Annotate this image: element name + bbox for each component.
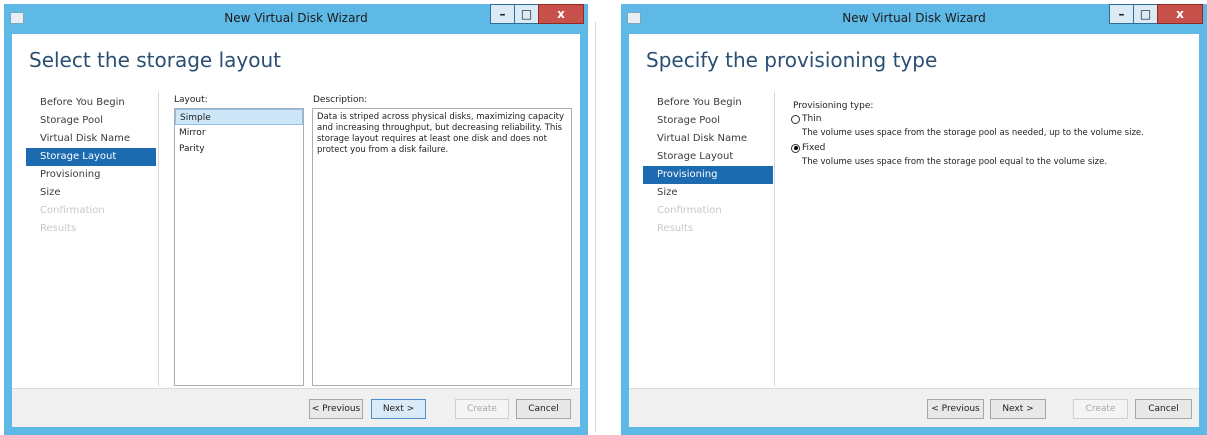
list-item-parity[interactable]: Parity: [175, 141, 303, 157]
caption-buttons: – □ x: [1109, 4, 1203, 26]
thin-description: The volume uses space from the storage p…: [802, 128, 1144, 138]
close-button[interactable]: x: [1157, 4, 1203, 24]
nav-item-storage-pool[interactable]: Storage Pool: [26, 112, 156, 130]
layout-listbox[interactable]: Simple Mirror Parity: [174, 108, 304, 386]
wizard-client-area: Specify the provisioning type Before You…: [629, 34, 1199, 427]
create-button: Create: [1073, 399, 1128, 419]
nav-item-before-you-begin[interactable]: Before You Begin: [643, 94, 773, 112]
nav-item-confirmation: Confirmation: [657, 205, 722, 216]
nav-item-size[interactable]: Size: [643, 184, 773, 202]
caption-buttons: – □ x: [490, 4, 584, 26]
wizard-client-area: Select the storage layout Before You Beg…: [12, 34, 580, 427]
page-title: Select the storage layout: [29, 48, 281, 72]
fixed-description: The volume uses space from the storage p…: [802, 157, 1108, 167]
nav-item-virtual-disk-name[interactable]: Virtual Disk Name: [26, 130, 156, 148]
wizard-window-right: New Virtual Disk Wizard – □ x Specify th…: [621, 4, 1207, 435]
nav-item-virtual-disk-name[interactable]: Virtual Disk Name: [643, 130, 773, 148]
list-item-mirror[interactable]: Mirror: [175, 125, 303, 141]
minimize-button[interactable]: –: [1109, 4, 1133, 24]
nav-item-storage-layout[interactable]: Storage Layout: [26, 148, 156, 166]
radio-thin-circle[interactable]: [791, 114, 800, 124]
page-title: Specify the provisioning type: [646, 48, 938, 72]
close-button[interactable]: x: [538, 4, 584, 24]
nav-item-provisioning[interactable]: Provisioning: [26, 166, 156, 184]
radio-thin-label: Thin: [802, 114, 822, 124]
nav-item-provisioning[interactable]: Provisioning: [643, 166, 773, 184]
title-bar[interactable]: New Virtual Disk Wizard – □ x: [621, 4, 1207, 34]
list-item-simple[interactable]: Simple: [175, 109, 303, 125]
wizard-nav: Before You Begin Storage Pool Virtual Di…: [643, 94, 773, 238]
description-box: Data is striped across physical disks, m…: [312, 108, 572, 386]
cancel-button[interactable]: Cancel: [516, 399, 571, 419]
nav-divider: [158, 92, 159, 386]
nav-divider: [774, 92, 775, 386]
next-button[interactable]: Next >: [371, 399, 426, 419]
previous-button[interactable]: < Previous: [309, 399, 363, 419]
layout-label: Layout:: [174, 95, 208, 105]
create-button: Create: [455, 399, 509, 419]
provisioning-type-label: Provisioning type:: [793, 101, 874, 111]
wizard-window-left: New Virtual Disk Wizard – □ x Select the…: [4, 4, 588, 435]
background-window-edge: [595, 22, 618, 432]
radio-fixed-label: Fixed: [802, 143, 826, 153]
maximize-button[interactable]: □: [1133, 4, 1157, 24]
nav-item-before-you-begin[interactable]: Before You Begin: [26, 94, 156, 112]
maximize-button[interactable]: □: [514, 4, 538, 24]
radio-fixed-circle[interactable]: [791, 143, 800, 153]
radio-fixed[interactable]: Fixed: [791, 143, 825, 153]
wizard-nav: Before You Begin Storage Pool Virtual Di…: [26, 94, 156, 238]
cancel-button[interactable]: Cancel: [1135, 399, 1192, 419]
nav-item-storage-layout[interactable]: Storage Layout: [643, 148, 773, 166]
nav-item-confirmation: Confirmation: [40, 205, 105, 216]
description-label: Description:: [313, 95, 368, 105]
minimize-button[interactable]: –: [490, 4, 514, 24]
wizard-footer: < Previous Next > Create Cancel: [629, 388, 1199, 427]
title-bar[interactable]: New Virtual Disk Wizard – □ x: [4, 4, 588, 34]
radio-thin[interactable]: Thin: [791, 114, 821, 124]
previous-button[interactable]: < Previous: [927, 399, 984, 419]
nav-item-results: Results: [657, 223, 694, 234]
wizard-footer: < Previous Next > Create Cancel: [12, 388, 580, 427]
nav-item-storage-pool[interactable]: Storage Pool: [643, 112, 773, 130]
next-button[interactable]: Next >: [990, 399, 1046, 419]
nav-item-size[interactable]: Size: [26, 184, 156, 202]
description-text: Data is striped across physical disks, m…: [317, 112, 564, 155]
nav-item-results: Results: [40, 223, 77, 234]
